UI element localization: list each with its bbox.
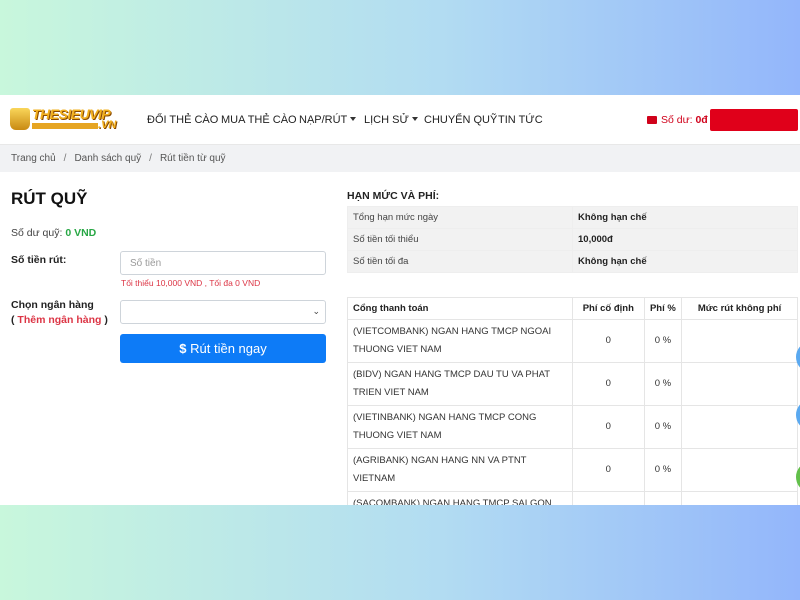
- percent-fee-cell: 0 %: [643, 448, 683, 492]
- separator: /: [149, 153, 152, 164]
- limit-value: Không hạn chế: [572, 206, 798, 229]
- gateway-cell: (SACOMBANK) NGAN HANG TMCP SAI GON THUON…: [347, 491, 573, 505]
- gateway-cell: (VIETINBANK) NGAN HANG TMCP CONG THUONG …: [347, 405, 573, 449]
- separator: /: [63, 153, 67, 164]
- table-row: (BIDV) NGAN HANG TMCP DAU TU VA PHAT TRI…: [347, 362, 798, 406]
- gateway-cell: (AGRIBANK) NGAN HANG NN VA PTNT VIETNAM: [347, 448, 573, 492]
- percent-fee-cell: 0 %: [643, 491, 683, 505]
- percent-fee-cell: 0 %: [643, 405, 683, 449]
- limit-value: 10,000đ: [572, 228, 798, 251]
- fund-label: Số dư quỹ:: [11, 227, 63, 239]
- logo-band: [32, 123, 98, 129]
- amount-input[interactable]: [120, 251, 326, 275]
- gateway-cell: (BIDV) NGAN HANG TMCP DAU TU VA PHAT TRI…: [347, 362, 573, 406]
- gateway-cell: (VIETCOMBANK) NGAN HANG TMCP NGOAI THUON…: [347, 319, 573, 363]
- breadcrumb-fund-list[interactable]: Danh sách quỹ: [74, 153, 141, 164]
- nav-label: MUA THẺ CÀO: [221, 114, 297, 126]
- fixed-fee-cell: 0: [572, 405, 645, 449]
- withdraw-button[interactable]: $ Rút tiền ngay: [120, 334, 326, 363]
- add-bank-link[interactable]: Thêm ngân hàng: [17, 314, 101, 326]
- free-limit-cell: [681, 491, 798, 505]
- nav-label: LỊCH SỬ: [364, 114, 409, 126]
- column-header: Cổng thanh toán: [347, 297, 573, 320]
- fund-value: 0 VND: [65, 227, 97, 239]
- fixed-fee-cell: 0: [572, 491, 645, 505]
- nav-doi-the-cao[interactable]: ĐỔI THẺ CÀO: [147, 114, 218, 126]
- paren: ): [101, 314, 108, 326]
- nav-label: CHUYỂN QUỸ: [424, 114, 498, 126]
- fixed-fee-cell: 0: [572, 362, 645, 406]
- fixed-fee-cell: 0: [572, 448, 645, 492]
- limits-title: HẠN MỨC VÀ PHÍ:: [347, 190, 440, 202]
- bank-label: Chọn ngân hàng: [11, 299, 94, 311]
- fees-table: Cổng thanh toán Phí cố định Phí % Mức rút k…: [347, 297, 798, 505]
- table-row: (VIETINBANK) NGAN HANG TMCP CONG THUONG …: [347, 405, 798, 449]
- nav-lich-su[interactable]: LỊCH SỬ: [364, 114, 418, 126]
- nav-label: NẠP/RÚT: [299, 114, 348, 126]
- crown-icon: [10, 108, 30, 130]
- percent-fee-cell: 0 %: [643, 319, 683, 363]
- breadcrumb-home[interactable]: Trang chủ: [11, 153, 56, 164]
- column-header: Phí %: [643, 297, 683, 320]
- caret-down-icon: [350, 117, 357, 121]
- bank-select[interactable]: ⌄: [120, 300, 326, 324]
- balance-label: Số dư:: [661, 114, 693, 126]
- dollar-icon: $: [179, 341, 187, 356]
- limits-table: Tổng hạn mức ngày Không hạn chế Số tiền tố…: [347, 206, 798, 273]
- nav-mua-the-cao[interactable]: MUA THẺ CÀO: [221, 114, 297, 126]
- limit-row: Tổng hạn mức ngày Không hạn chế: [347, 206, 798, 229]
- fund-balance: Số dư quỹ: 0 VND: [11, 227, 96, 239]
- screenshot: THESIEUVIP .VN ĐỔI THẺ CÀO MUA THẺ CÀO N…: [0, 95, 800, 505]
- logo[interactable]: THESIEUVIP .VN: [10, 106, 122, 134]
- table-row: (VIETCOMBANK) NGAN HANG TMCP NGOAI THUON…: [347, 319, 798, 363]
- limit-label: Số tiền tối thiểu: [347, 228, 573, 251]
- nav-tin-tuc[interactable]: TIN TỨC: [498, 114, 543, 126]
- limit-value: Không hạn chế: [572, 250, 798, 273]
- chevron-down-icon: ⌄: [312, 306, 320, 316]
- withdraw-label: Rút tiền ngay: [190, 341, 267, 356]
- column-header: Phí cố định: [572, 297, 645, 320]
- amount-label: Số tiền rút:: [11, 254, 67, 266]
- add-bank-wrapper: ( Thêm ngân hàng ): [11, 314, 108, 326]
- nav-chuyen-quy[interactable]: CHUYỂN QUỸ: [424, 114, 497, 126]
- breadcrumb-current: Rút tiền từ quỹ: [159, 153, 226, 164]
- logo-domain: .VN: [98, 119, 117, 131]
- free-limit-cell: [681, 405, 798, 449]
- account-button[interactable]: [710, 109, 798, 131]
- fixed-fee-cell: 0: [572, 319, 645, 363]
- breadcrumb: Trang chủ / Danh sách quỹ / Rút tiền từ quỹ: [0, 145, 800, 172]
- limit-label: Số tiền tối đa: [347, 250, 573, 273]
- page-title: RÚT QUỸ: [11, 189, 88, 208]
- limit-row: Số tiền tối thiểu 10,000đ: [347, 228, 798, 251]
- free-limit-cell: [681, 448, 798, 492]
- nav-nap-rut[interactable]: NẠP/RÚT: [299, 114, 357, 126]
- percent-fee-cell: 0 %: [643, 362, 683, 406]
- free-limit-cell: [681, 362, 798, 406]
- header: THESIEUVIP .VN ĐỔI THẺ CÀO MUA THẺ CÀO N…: [0, 95, 800, 145]
- balance: Số dư: 0đ: [647, 114, 708, 126]
- column-header: Mức rút không phí: [681, 297, 798, 320]
- table-row: (SACOMBANK) NGAN HANG TMCP SAI GON THUON…: [347, 491, 798, 505]
- limit-row: Số tiền tối đa Không hạn chế: [347, 250, 798, 273]
- amount-hint: Tối thiểu 10,000 VND , Tối đa 0 VND: [121, 278, 261, 288]
- wallet-icon: [647, 116, 657, 124]
- caret-down-icon: [411, 117, 418, 121]
- balance-value: 0đ: [695, 114, 708, 126]
- free-limit-cell: [681, 319, 798, 363]
- limit-label: Tổng hạn mức ngày: [347, 206, 573, 229]
- nav-label: TIN TỨC: [498, 114, 543, 126]
- table-row: (AGRIBANK) NGAN HANG NN VA PTNT VIETNAM 0…: [347, 448, 798, 492]
- nav-label: ĐỔI THẺ CÀO: [147, 114, 219, 126]
